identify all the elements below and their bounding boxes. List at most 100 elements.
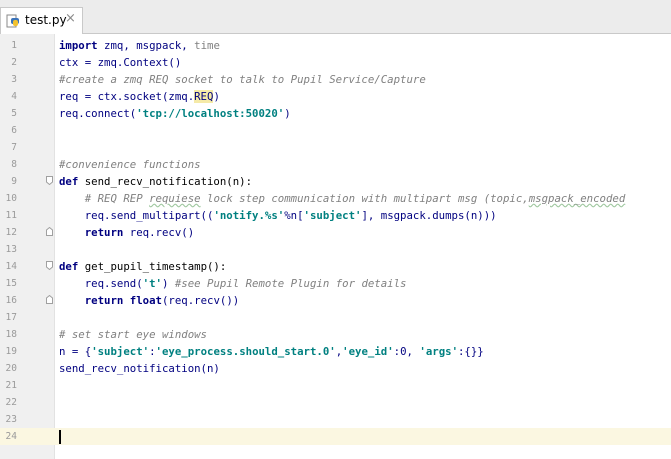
code-text: req = ctx.socket(zmq.REQ) xyxy=(59,88,220,105)
text-caret xyxy=(59,430,61,444)
code-token: req.recv() xyxy=(123,226,195,239)
code-text: #convenience functions xyxy=(59,156,201,173)
code-token: send_recv_notification(n) xyxy=(59,362,220,375)
code-token: (req.recv()) xyxy=(161,294,240,307)
code-line[interactable]: 17 xyxy=(0,309,671,326)
code-token: #convenience functions xyxy=(59,158,201,171)
tab-test-py[interactable]: test.py × xyxy=(0,7,83,34)
code-token: get_pupil_timestamp(): xyxy=(78,260,227,273)
code-token: #create a zmq REQ socket to talk to Pupi… xyxy=(59,73,426,86)
code-text: req.send_multipart(('notify.%s'%n['subje… xyxy=(59,207,497,224)
line-number: 2 xyxy=(11,57,17,68)
code-line[interactable]: 5 req.connect('tcp://localhost:50020') xyxy=(0,105,671,122)
code-text: ctx = zmq.Context() xyxy=(59,54,181,71)
code-text: send_recv_notification(n) xyxy=(59,360,220,377)
line-number: 15 xyxy=(5,278,17,289)
code-line[interactable]: 16 return float(req.recv()) xyxy=(0,292,671,309)
code-line[interactable]: 2 ctx = zmq.Context() xyxy=(0,54,671,71)
code-token: return xyxy=(84,294,124,307)
line-number: 13 xyxy=(5,244,17,255)
code-token: ) xyxy=(213,90,220,103)
line-number: 22 xyxy=(5,397,17,408)
code-text: return req.recv() xyxy=(59,224,194,241)
code-line[interactable]: 21 xyxy=(0,377,671,394)
code-token: # REQ REP xyxy=(59,192,150,205)
code-line[interactable]: 6 xyxy=(0,122,671,139)
code-token: zmq, msgpack, xyxy=(97,39,195,52)
code-line[interactable]: 15 req.send('t') #see Pupil Remote Plugi… xyxy=(0,275,671,292)
tab-label: test.py xyxy=(25,13,67,27)
line-number: 4 xyxy=(11,91,17,102)
code-token: ctx = zmq.Context() xyxy=(59,56,182,69)
code-token: ], msgpack.dumps(n))) xyxy=(361,209,497,222)
code-line[interactable]: 3 #create a zmq REQ socket to talk to Pup… xyxy=(0,71,671,88)
code-line[interactable]: 9 def send_recv_notification(n): xyxy=(0,173,671,190)
code-token: ) xyxy=(284,107,291,120)
code-line[interactable]: 22 xyxy=(0,394,671,411)
code-token: 'notify.%s' xyxy=(213,209,285,222)
line-number: 23 xyxy=(5,414,17,425)
code-token: 't' xyxy=(142,277,162,290)
line-number: 17 xyxy=(5,312,17,323)
code-token: 'eye_id' xyxy=(342,345,394,358)
code-text: # set start eye windows xyxy=(59,326,207,343)
line-number: 10 xyxy=(5,193,17,204)
code-token: 'eye_process.should_start.0' xyxy=(155,345,336,358)
code-text: req.connect('tcp://localhost:50020') xyxy=(59,105,291,122)
code-line[interactable]: 10 # REQ REP requiese lock step communic… xyxy=(0,190,671,207)
code-line[interactable]: 24 xyxy=(0,428,671,445)
code-token: 'tcp://localhost:50020' xyxy=(136,107,285,120)
code-token: msgpack_encoded xyxy=(528,192,626,205)
code-line[interactable]: 18 # set start eye windows xyxy=(0,326,671,343)
code-text: n = {'subject':'eye_process.should_start… xyxy=(59,343,484,360)
code-token: float xyxy=(129,294,162,307)
code-line[interactable]: 8 #convenience functions xyxy=(0,156,671,173)
code-line[interactable]: 23 xyxy=(0,411,671,428)
code-token: #see Pupil Remote Plugin for details xyxy=(174,277,407,290)
line-number: 12 xyxy=(5,227,17,238)
code-line[interactable]: 14 def get_pupil_timestamp(): xyxy=(0,258,671,275)
code-line[interactable]: 12 return req.recv() xyxy=(0,224,671,241)
line-number: 7 xyxy=(11,142,17,153)
code-text: req.send('t') #see Pupil Remote Plugin f… xyxy=(59,275,407,292)
fold-end-icon[interactable] xyxy=(46,227,53,236)
fold-toggle-icon[interactable] xyxy=(46,261,53,270)
fold-toggle-icon[interactable] xyxy=(46,176,53,185)
code-editor[interactable]: 1 import zmq, msgpack, time 2 ctx = zmq.Con… xyxy=(0,34,671,459)
code-line[interactable]: 7 xyxy=(0,139,671,156)
code-text: import zmq, msgpack, time xyxy=(59,37,220,54)
code-token: req.connect( xyxy=(59,107,137,120)
code-token: def xyxy=(59,175,79,188)
code-token: def xyxy=(59,260,79,273)
close-icon[interactable]: × xyxy=(65,11,76,26)
code-token: req = ctx.socket(zmq. xyxy=(59,90,195,103)
code-line[interactable]: 1 import zmq, msgpack, time xyxy=(0,37,671,54)
line-number: 21 xyxy=(5,380,17,391)
line-number: 16 xyxy=(5,295,17,306)
code-token: lock step communication with multipart m… xyxy=(200,192,529,205)
line-number: 24 xyxy=(5,431,17,442)
fold-end-icon[interactable] xyxy=(46,295,53,304)
code-token: 'args' xyxy=(419,345,458,358)
line-number: 18 xyxy=(5,329,17,340)
code-line[interactable]: 11 req.send_multipart(('notify.%s'%n['su… xyxy=(0,207,671,224)
code-line[interactable]: 13 xyxy=(0,241,671,258)
code-token: :0, xyxy=(393,345,420,358)
code-token: %n[ xyxy=(284,209,304,222)
code-line[interactable]: 4 req = ctx.socket(zmq.REQ) xyxy=(0,88,671,105)
line-number: 1 xyxy=(11,40,17,51)
code-line[interactable]: 19 n = {'subject':'eye_process.should_sta… xyxy=(0,343,671,360)
code-line[interactable]: 20 send_recv_notification(n) xyxy=(0,360,671,377)
code-token: send_recv_notification(n): xyxy=(78,175,253,188)
code-text: return float(req.recv()) xyxy=(59,292,239,309)
editor-tab-bar: test.py × xyxy=(0,0,671,34)
line-number: 14 xyxy=(5,261,17,272)
code-token: n = { xyxy=(59,345,92,358)
code-token: # set start eye windows xyxy=(59,328,207,341)
line-number: 8 xyxy=(11,159,17,170)
code-token: return xyxy=(84,226,124,239)
line-number: 11 xyxy=(5,210,17,221)
line-number: 3 xyxy=(11,74,17,85)
code-token: :{}} xyxy=(458,345,484,358)
line-number: 19 xyxy=(5,346,17,357)
